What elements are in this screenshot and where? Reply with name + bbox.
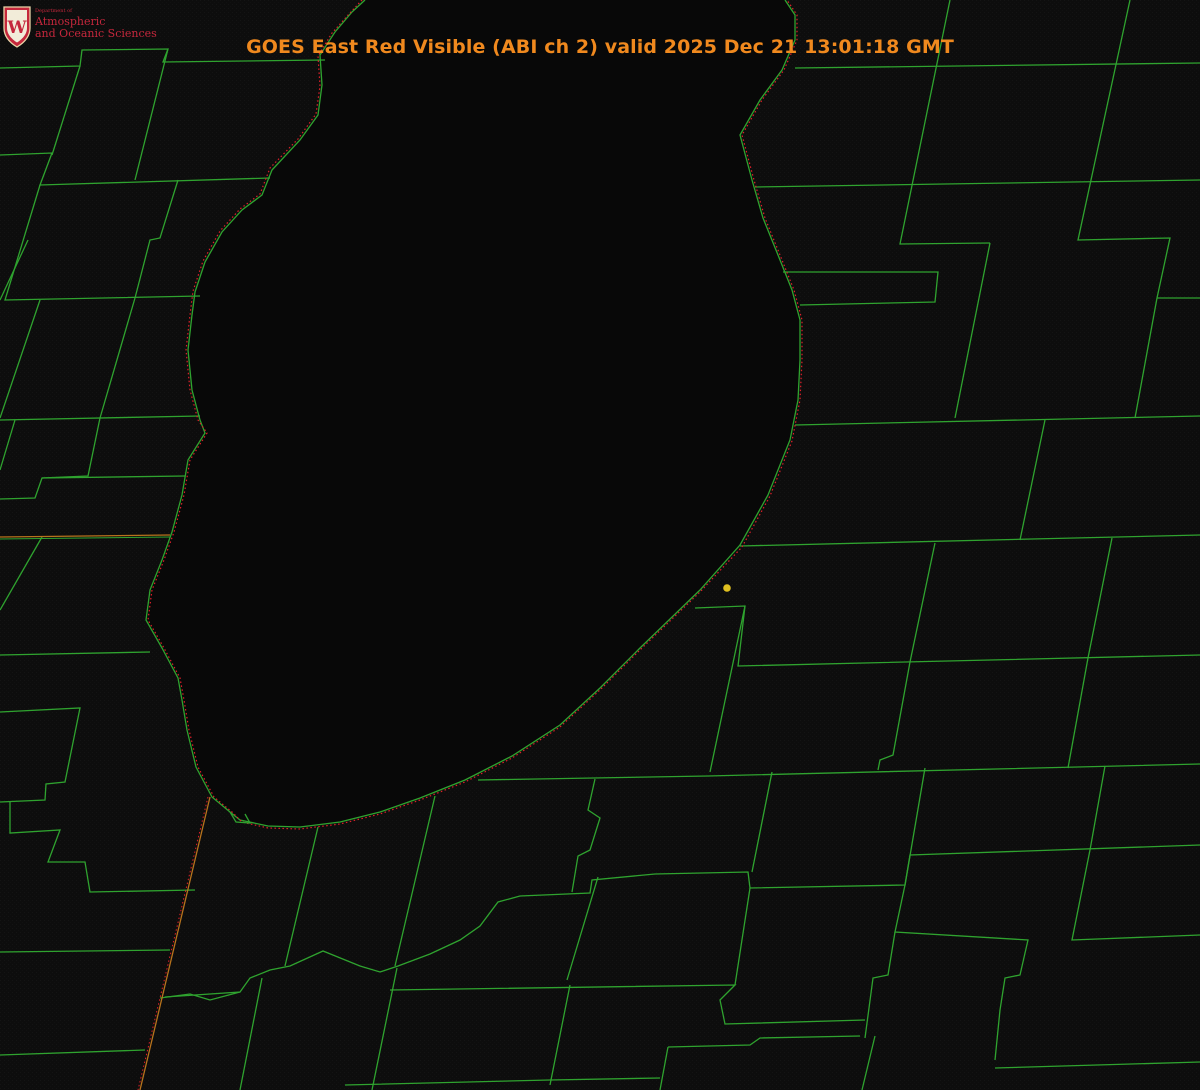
uw-shield-letter: W	[6, 18, 27, 38]
station-marker	[723, 584, 731, 592]
satellite-map	[0, 0, 1200, 1090]
image-title: GOES East Red Visible (ABI ch 2) valid 2…	[246, 36, 954, 58]
department-label: Department of	[35, 8, 72, 14]
department-line-1: Atmospheric	[35, 15, 106, 28]
satellite-image-viewer: W Department of Atmospheric and Oceanic …	[0, 0, 1200, 1090]
